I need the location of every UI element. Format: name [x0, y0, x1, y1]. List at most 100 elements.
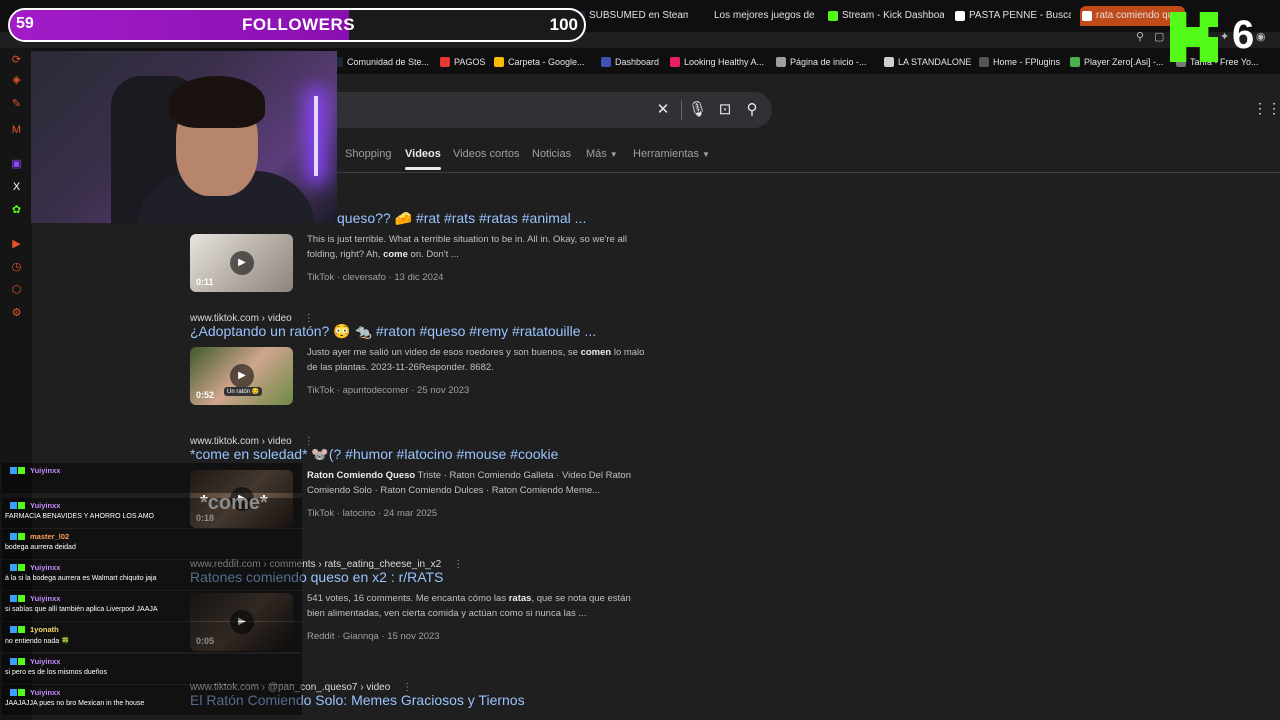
settings-icon[interactable]: ⚙ — [10, 307, 23, 320]
result-meta: TikTok · latocino · 24 mar 2025 — [307, 508, 437, 519]
bookmark-label: Página de inicio -... — [790, 57, 867, 67]
play-icon[interactable]: ▶ — [10, 238, 23, 251]
browser-tab[interactable]: Stream - Kick Dashboard — [826, 6, 944, 26]
chat-username[interactable]: 1yonath — [10, 625, 59, 634]
chat-username[interactable]: Yuiyinxx — [10, 466, 60, 475]
chat-message: Yuiyinxx — [2, 463, 302, 493]
bookmark-item[interactable]: Player Zero[.Asi] -... — [1070, 55, 1164, 69]
bookmark-item[interactable]: Home - FPlugins — [979, 55, 1060, 69]
mail-icon[interactable]: M — [10, 124, 23, 137]
history-icon[interactable]: ⟳ — [10, 54, 23, 67]
video-duration: 0:11 — [196, 277, 214, 287]
tab-herramientas[interactable]: Herramientas ▼ — [633, 147, 710, 162]
video-thumbnail[interactable]: ▶ 0:11 — [190, 234, 293, 292]
puzzle-icon[interactable]: ⬡ — [10, 284, 23, 297]
play-icon[interactable]: ▶ — [230, 364, 254, 388]
result-title-link[interactable]: *come en soledad* 🐭(? #humor #latocino #… — [190, 446, 558, 463]
bookmark-item[interactable]: PAGOS — [440, 55, 485, 69]
bookmark-label: Dashboard — [615, 57, 660, 67]
result-meta: TikTok · cleversafo · 13 dic 2024 — [307, 272, 443, 283]
badge-icon — [10, 564, 17, 571]
chat-username[interactable]: Yuiyinxx — [10, 501, 60, 510]
badge-icon — [10, 502, 17, 509]
chat-message: 1yonath no entiendo nada 🍀 — [2, 622, 302, 652]
chat-username-text: Yuiyinxx — [30, 657, 61, 666]
chat-username-text: Yuiyinxx — [30, 563, 61, 572]
bookmark-item[interactable]: Carpeta - Google... — [494, 55, 585, 69]
search-icon[interactable]: ⚲ — [743, 101, 761, 119]
google-apps-icon[interactable]: ⋮⋮ — [1253, 101, 1280, 115]
chat-username[interactable]: Yuiyinxx — [10, 563, 60, 572]
tab-más[interactable]: Más ▼ — [586, 147, 618, 162]
result-source: TikTok — [307, 508, 335, 519]
snippet-text: Justo ayer me salió un video de esos roe… — [307, 347, 581, 358]
result-author: apuntodecomer — [342, 385, 409, 396]
bookmark-label: Comunidad de Ste... — [347, 57, 430, 67]
tab-favicon-icon — [1082, 11, 1092, 21]
chat-text: si sabías que allí también aplica Liverp… — [5, 606, 158, 613]
separator: · — [334, 385, 343, 396]
chat-username[interactable]: Yuiyinxx — [10, 657, 60, 666]
result-title-link[interactable]: ¿Adoptando un ratón? 😳 🐀 #raton #queso #… — [190, 323, 596, 340]
chat-username[interactable]: Yuiyinxx — [10, 688, 60, 697]
tab-videos[interactable]: Videos — [405, 147, 441, 170]
bag-icon[interactable]: ◈ — [10, 74, 23, 87]
result-snippet: Raton Comiendo Queso Triste · Raton Comi… — [307, 468, 647, 498]
browser-tab[interactable]: Los mejores juegos de ti — [698, 6, 816, 26]
play-icon[interactable]: ▶ — [230, 251, 254, 275]
pin-icon[interactable]: ⚲ — [1136, 30, 1144, 43]
browser-tab[interactable]: SUBSUMED en Steam — [573, 6, 688, 26]
bookmark-label: LA STANDALONE — [898, 57, 972, 67]
profile-icon[interactable]: ◉ — [1256, 30, 1266, 43]
tab-favicon-icon — [700, 11, 710, 21]
chat-username[interactable]: master_l02 — [10, 532, 69, 541]
snippet-text: on. Don't ... — [407, 249, 459, 260]
bookmark-favicon-icon — [1070, 57, 1080, 67]
result-date: 15 nov 2023 — [387, 631, 440, 642]
chat-icon[interactable]: ✿ — [10, 204, 23, 217]
bookmark-item[interactable]: Página de inicio -... — [776, 55, 867, 69]
separator: · — [334, 508, 343, 519]
x-icon[interactable]: X — [10, 181, 23, 194]
tab-label: Videos — [405, 148, 441, 160]
window-icon[interactable]: ▢ — [1154, 30, 1164, 43]
snippet-highlight: Raton Comiendo Queso — [307, 470, 416, 481]
clock-icon[interactable]: ◷ — [10, 261, 23, 274]
tag-icon[interactable]: ✎ — [10, 98, 23, 111]
microphone-icon[interactable]: 🎙 — [688, 101, 707, 119]
thumbnail-caption: Un ratón 😊 — [224, 387, 263, 396]
bookmark-favicon-icon — [776, 57, 786, 67]
browser-tab[interactable]: rata comiendo que — [1080, 6, 1185, 26]
twitch-icon[interactable]: ▣ — [10, 158, 23, 171]
webcam-overlay — [31, 51, 337, 223]
tab-videos-cortos[interactable]: Videos cortos — [453, 147, 519, 161]
badge-icon — [10, 595, 17, 602]
browser-tab[interactable]: PASTA PENNE - Buscar c — [953, 6, 1071, 26]
tab-shopping[interactable]: Shopping — [345, 147, 392, 161]
more-options-icon[interactable]: ⋮ — [453, 559, 463, 570]
tab-label: Stream - Kick Dashboard — [842, 10, 944, 21]
extensions-icon[interactable]: ✦ — [1220, 30, 1229, 43]
kick-viewer-count: 6 — [1232, 13, 1255, 57]
badge-icon — [18, 564, 25, 571]
lens-icon[interactable]: ⊡ — [716, 101, 734, 119]
chat-username[interactable]: Yuiyinxx — [10, 594, 60, 603]
clear-search-icon[interactable]: ✕ — [654, 101, 672, 119]
chat-text: JAAJAJJA pues no bro Mexican in the hous… — [5, 700, 145, 707]
bookmark-item[interactable]: Comunidad de Ste... — [333, 55, 429, 69]
bookmark-item[interactable]: Dashboard — [601, 55, 659, 69]
result-author: cleversafo — [342, 272, 386, 283]
badge-icon — [10, 658, 17, 665]
bookmark-item[interactable]: LA STANDALONE — [884, 55, 971, 69]
tab-noticias[interactable]: Noticias — [532, 147, 571, 161]
bookmark-item[interactable]: Looking Healthy A... — [670, 55, 764, 69]
result-title-link[interactable]: queso?? 🧀 #rat #rats #ratas #animal ... — [337, 210, 586, 227]
result-snippet: Justo ayer me salió un video de esos roe… — [307, 345, 647, 375]
video-thumbnail[interactable]: ▶ 0:52 Un ratón 😊 — [190, 347, 293, 405]
search-box[interactable]: ✕ 🎙 ⊡ ⚲ — [300, 92, 772, 128]
separator: · — [375, 508, 384, 519]
bookmark-favicon-icon — [979, 57, 989, 67]
badge-icon — [18, 502, 25, 509]
separator: · — [334, 631, 343, 642]
followers-goal-bar: 59 FOLLOWERS 100 — [8, 8, 586, 42]
